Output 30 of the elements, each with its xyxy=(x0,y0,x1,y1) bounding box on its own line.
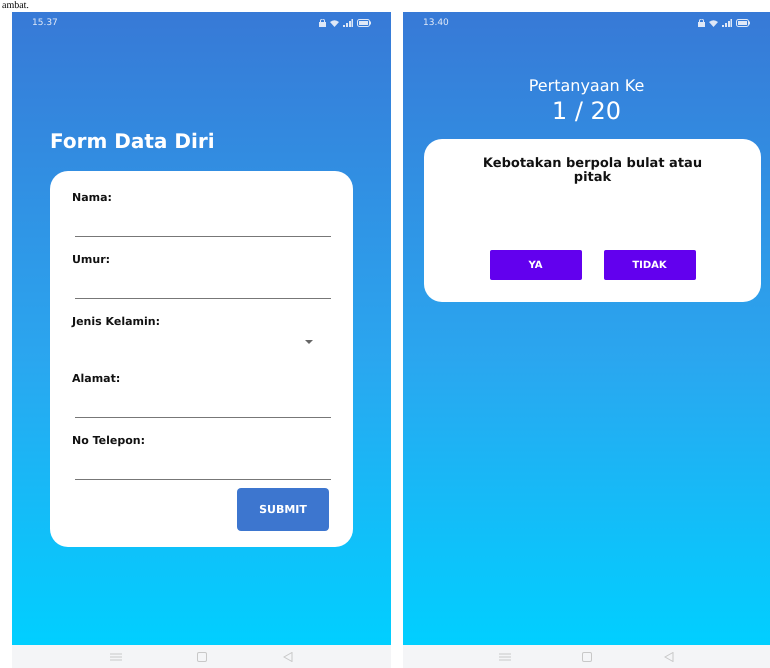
wifi-icon xyxy=(330,20,339,26)
form-title: Form Data Diri xyxy=(50,129,216,153)
signal-icon xyxy=(343,19,353,27)
lock-icon xyxy=(319,19,326,27)
back-icon[interactable] xyxy=(664,652,674,662)
answer-button[interactable]: YA xyxy=(490,250,582,280)
answer-button[interactable]: TIDAK xyxy=(604,250,696,280)
back-icon[interactable] xyxy=(283,652,294,662)
field-label: Nama: xyxy=(72,191,113,204)
status-time: 15.37 xyxy=(32,18,58,28)
lock-icon xyxy=(698,19,705,27)
battery-icon xyxy=(736,19,750,27)
battery-icon xyxy=(357,19,371,27)
field-label: No Telepon: xyxy=(72,434,146,447)
submit-button[interactable]: SUBMIT xyxy=(237,488,329,531)
question-counter: 1 / 20 xyxy=(550,97,622,125)
field-label: Umur: xyxy=(72,253,112,266)
dropdown-caret-icon xyxy=(305,340,313,344)
field-label: Jenis Kelamin: xyxy=(72,315,161,328)
question-heading: Pertanyaan Ke xyxy=(528,76,646,95)
signal-icon xyxy=(722,19,732,27)
home-icon[interactable] xyxy=(582,652,592,662)
question-text: Kebotakan berpola bulat atau pitak xyxy=(482,157,704,184)
document-text: ambat. xyxy=(2,0,29,12)
menu-icon[interactable] xyxy=(498,652,511,660)
home-icon[interactable] xyxy=(197,652,208,662)
menu-icon[interactable] xyxy=(110,652,122,660)
status-time: 13.40 xyxy=(423,18,449,28)
wifi-icon xyxy=(709,20,718,26)
field-label: Alamat: xyxy=(72,372,122,385)
